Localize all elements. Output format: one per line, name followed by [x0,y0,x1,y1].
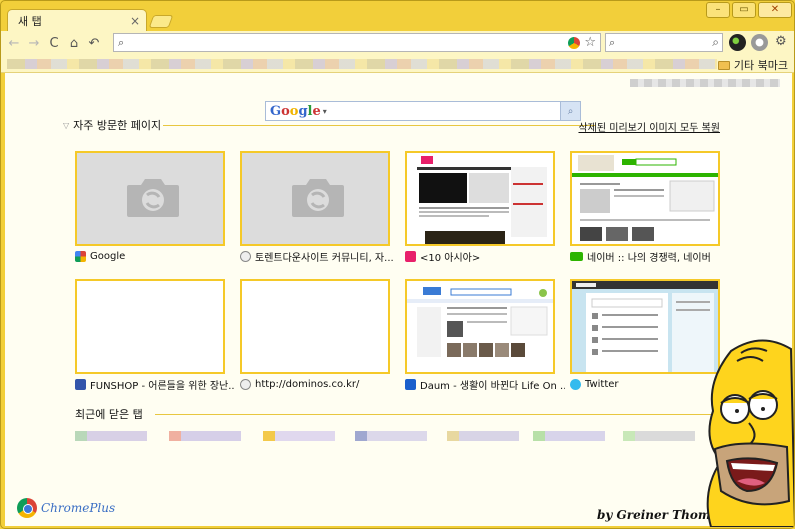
most-visited-title: 자주 방문한 페이지 [73,119,162,132]
camera-icon [127,179,179,217]
tab-title: 새 탭 [18,14,42,28]
ten-asia-icon [405,250,416,262]
other-bookmarks-label: 기타 북마크 [733,59,788,72]
bookmark-star-icon[interactable]: ☆ [584,35,596,50]
homer-simpson-image [706,339,794,527]
thumbnail-label[interactable]: 토렌트다운사이트 커뮤니티, 자... [240,249,400,263]
thumbnail-label[interactable]: FUNSHOP - 어른들을 위한 장난... [75,377,235,391]
divider [163,125,595,126]
tab-new-tab[interactable]: 새 탭 × [7,9,147,31]
thumbnail-10asia[interactable] [405,151,555,246]
thumbnail-daum[interactable] [405,279,555,374]
browser-window: 새 탭 × – ▭ ✕ ← → C ⌂ ↶ ⌕ ☆ ⌕ ⌕ ⚙ 기타 북마크 G… [0,0,795,529]
recent-tab-item[interactable] [263,431,335,441]
extension-icon[interactable] [729,34,746,51]
thumbnail-torrent[interactable] [240,151,390,246]
close-window-button[interactable]: ✕ [758,2,792,18]
new-tab-button[interactable] [148,15,174,28]
wrench-icon[interactable]: ⚙ [775,34,787,49]
tab-strip: 새 탭 × – ▭ ✕ [1,1,794,31]
recently-closed-header: 최근에 닫은 탭 [75,407,147,421]
thumbnail-label[interactable]: Google [75,249,235,263]
minimize-button[interactable]: – [706,2,730,18]
reload-button[interactable]: C [45,34,63,52]
thumbnail-label[interactable]: Daum - 생활이 바뀐다 Life On ... [405,377,565,391]
window-controls: – ▭ ✕ [706,2,792,18]
collapse-icon[interactable]: ▽ [63,121,69,130]
thumbnail-google[interactable] [75,151,225,246]
page-preview [572,153,718,244]
recent-tab-item[interactable] [447,431,519,441]
daum-icon [405,378,416,390]
thumbnail-dominos[interactable] [240,279,390,374]
tab-close-icon[interactable]: × [130,14,140,28]
recently-closed-title: 최근에 닫은 탭 [75,408,143,421]
recent-tab-item[interactable] [533,431,605,441]
thumbnail-label[interactable]: 네이버 :: 나의 경쟁력, 네이버 [570,249,730,263]
globe-icon [240,378,251,390]
page-preview [407,281,553,372]
google-icon [75,250,86,262]
funshop-icon [75,378,86,390]
back-button[interactable]: ← [5,34,23,52]
search-box[interactable]: ⌕ ⌕ [605,33,723,52]
thumbnail-funshop[interactable] [75,279,225,374]
google-search-input[interactable] [326,103,560,119]
search-go-icon[interactable]: ⌕ [712,35,719,50]
maximize-button[interactable]: ▭ [732,2,756,18]
recent-tab-item[interactable] [75,431,147,441]
bookmarks-bar: 기타 북마크 [1,55,794,73]
forward-button[interactable]: → [25,34,43,52]
google-search-box[interactable]: Google ▾ ⌕ [265,101,581,121]
search-icon: ⌕ [118,35,125,49]
home-button[interactable]: ⌂ [65,34,83,52]
bookmark-items-blurred[interactable] [7,59,717,69]
chromeplus-logo: ChromePlus [17,498,115,518]
twitter-icon [570,378,581,390]
most-visited-header: ▽ 자주 방문한 페이지 [63,118,165,132]
chromeplus-icon [17,498,37,518]
chrome-icon[interactable] [568,36,581,49]
google-search-button[interactable]: ⌕ [560,102,580,120]
restore-thumbnails-link[interactable]: 삭제된 미리보기 이미지 모두 복원 [578,119,720,134]
toolbar: ← → C ⌂ ↶ ⌕ ☆ ⌕ ⌕ ⚙ [1,31,794,55]
folder-icon [717,60,730,70]
thumbnail-label[interactable]: <10 아시아> [405,249,565,263]
camera-icon [292,179,344,217]
thumbnail-label[interactable]: http://dominos.co.kr/ [240,377,400,391]
google-logo: Google [270,103,321,119]
extension-icon[interactable] [751,34,768,51]
other-bookmarks-button[interactable]: 기타 북마크 [717,57,788,73]
divider [155,414,721,415]
search-icon: ⌕ [609,35,616,49]
address-bar[interactable]: ⌕ ☆ [113,33,601,52]
globe-icon [240,250,251,262]
thumbnail-naver[interactable] [570,151,720,246]
account-info-blurred [630,79,780,87]
undo-close-button[interactable]: ↶ [85,34,103,52]
address-input[interactable] [127,36,569,49]
recent-tab-item[interactable] [355,431,427,441]
recent-tab-item[interactable] [169,431,241,441]
new-tab-page: Google ▾ ⌕ ▽ 자주 방문한 페이지 삭제된 미리보기 이미지 모두 … [5,73,792,526]
search-input[interactable] [618,36,713,49]
naver-icon [570,251,583,261]
recent-tab-item[interactable] [623,431,695,441]
page-preview [407,153,553,244]
